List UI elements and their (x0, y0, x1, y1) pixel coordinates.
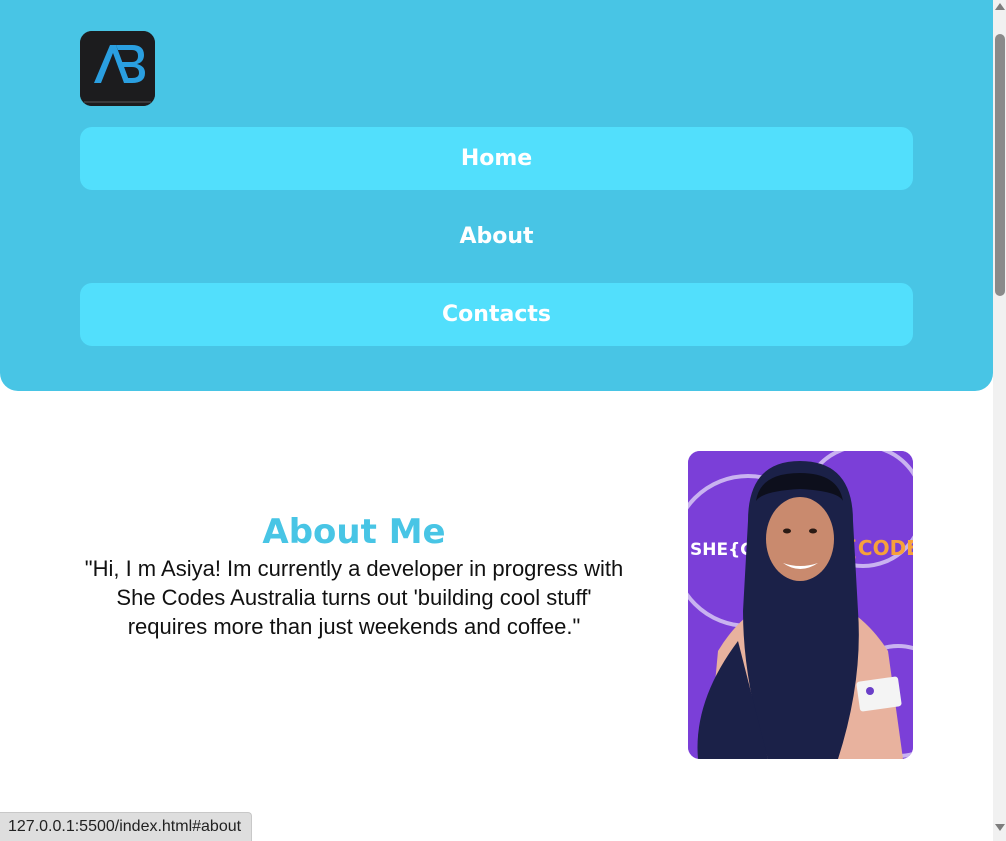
profile-photo: SHE{COD E{CODES} (688, 451, 913, 759)
nav-home-button[interactable]: Home (80, 127, 913, 190)
nav-contacts-button[interactable]: Contacts (80, 283, 913, 346)
scroll-up-arrow-icon[interactable] (995, 3, 1005, 10)
page: Home About Contacts About Me "Hi, I m As… (0, 0, 1006, 841)
vertical-scrollbar[interactable] (993, 0, 1006, 841)
about-text-block: About Me "Hi, I m Asiya! Im currently a … (84, 510, 624, 641)
nav-about-button[interactable]: About (80, 205, 913, 268)
profile-photo-image: SHE{COD E{CODES} (688, 451, 913, 759)
site-header: Home About Contacts (0, 0, 993, 391)
about-body: "Hi, I m Asiya! Im currently a developer… (84, 556, 624, 639)
scroll-down-arrow-icon[interactable] (995, 824, 1005, 831)
scrollbar-thumb[interactable] (995, 34, 1005, 296)
link-status-bar: 127.0.0.1:5500/index.html#about (0, 812, 253, 841)
ab-logo-icon (80, 31, 155, 106)
logo[interactable] (80, 31, 155, 106)
about-title: About Me (262, 512, 446, 552)
